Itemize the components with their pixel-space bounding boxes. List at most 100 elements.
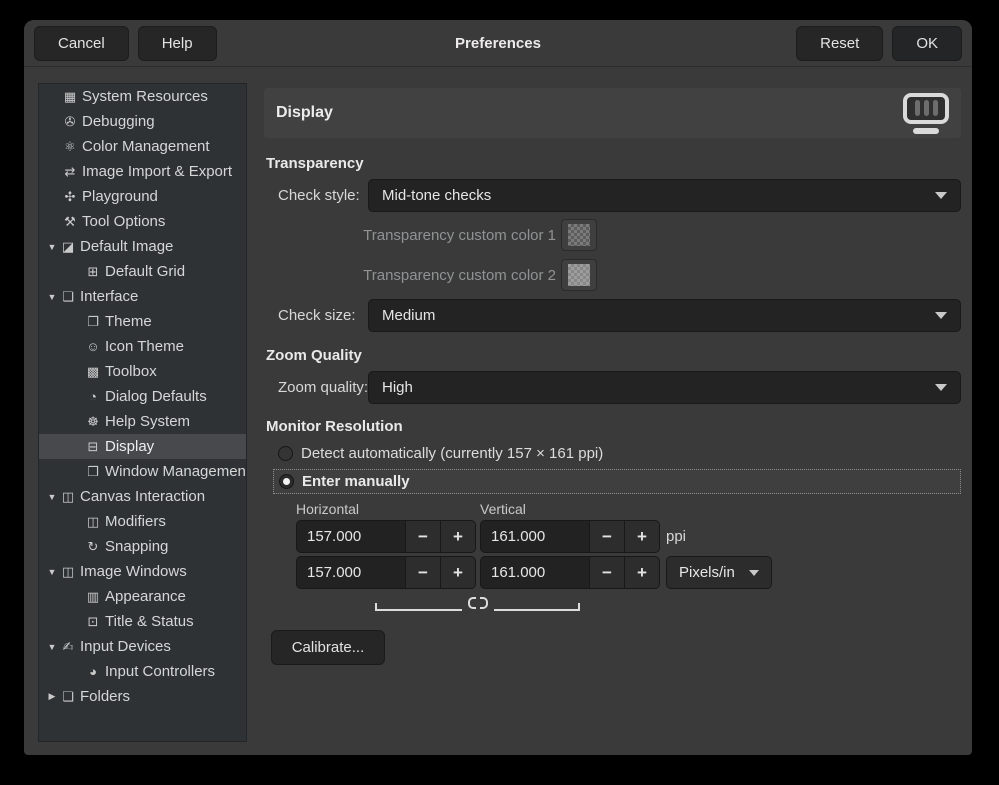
- sidebar-item-title-status[interactable]: ⊡Title & Status: [39, 609, 246, 634]
- horizontal-pixels-input[interactable]: 157.000: [296, 556, 406, 589]
- sidebar-item-label: Appearance: [105, 588, 186, 605]
- sidebar-item-image-import-export[interactable]: ⇄Image Import & Export: [39, 159, 246, 184]
- playground-icon: ✣: [61, 189, 79, 205]
- monitor-resolution-heading: Monitor Resolution: [266, 418, 403, 435]
- horizontal-pixels-decrement-button[interactable]: −: [406, 556, 441, 589]
- sidebar-item-image-windows[interactable]: ▼◫Image Windows: [39, 559, 246, 584]
- vertical-ppi-increment-button[interactable]: +: [625, 520, 660, 553]
- horizontal-ppi-increment-button[interactable]: +: [441, 520, 476, 553]
- transparency-heading: Transparency: [266, 155, 364, 172]
- check-style-value: Mid-tone checks: [382, 187, 491, 204]
- checkerboard-swatch-icon: [568, 224, 590, 246]
- horizontal-pixels-increment-button[interactable]: +: [441, 556, 476, 589]
- sidebar-item-canvas-interaction[interactable]: ▼◫Canvas Interaction: [39, 484, 246, 509]
- sidebar-item-label: Default Image: [80, 238, 173, 255]
- panel-header: Display: [264, 88, 961, 138]
- resolution-chain-toggle[interactable]: [375, 595, 580, 611]
- sidebar-item-label: Modifiers: [105, 513, 166, 530]
- sidebar-item-color-management[interactable]: ⚛Color Management: [39, 134, 246, 159]
- sidebar-item-playground[interactable]: ✣Playground: [39, 184, 246, 209]
- broken-chain-icon: [462, 595, 494, 611]
- check-size-dropdown[interactable]: Medium: [368, 299, 961, 332]
- sidebar-item-label: Image Import & Export: [82, 163, 232, 180]
- sidebar-item-display[interactable]: ⊟Display: [39, 434, 246, 459]
- sidebar-item-default-grid[interactable]: ⊞Default Grid: [39, 259, 246, 284]
- sidebar-item-modifiers[interactable]: ◫Modifiers: [39, 509, 246, 534]
- checkerboard-swatch-icon: [568, 264, 590, 286]
- sidebar-item-label: Image Windows: [80, 563, 187, 580]
- chevron-down-icon: [749, 570, 759, 576]
- canvas-interaction-icon: ◫: [59, 489, 77, 505]
- sidebar-item-snapping[interactable]: ↻Snapping: [39, 534, 246, 559]
- vertical-ppi-decrement-button[interactable]: −: [590, 520, 625, 553]
- custom-color-1-label: Transparency custom color 1: [344, 227, 556, 244]
- sidebar-item-toolbox[interactable]: ▩Toolbox: [39, 359, 246, 384]
- sidebar-item-debugging[interactable]: ✇Debugging: [39, 109, 246, 134]
- vertical-pixels-input[interactable]: 161.000: [480, 556, 590, 589]
- sidebar-item-help-system[interactable]: ☸Help System: [39, 409, 246, 434]
- sidebar-item-label: Color Management: [82, 138, 210, 155]
- color-management-icon: ⚛: [61, 139, 79, 155]
- system-resources-icon: ▦: [61, 89, 79, 105]
- zoom-quality-dropdown[interactable]: High: [368, 371, 961, 404]
- vertical-ppi-input[interactable]: 161.000: [480, 520, 590, 553]
- custom-color-2-swatch[interactable]: [561, 259, 597, 291]
- chevron-down-icon: [935, 384, 947, 391]
- zoom-quality-heading: Zoom Quality: [266, 347, 362, 364]
- cancel-button[interactable]: Cancel: [34, 26, 129, 61]
- radio-unselected-icon: [278, 446, 293, 461]
- sidebar-item-window-management[interactable]: ❒Window Management: [39, 459, 246, 484]
- sidebar-item-folders[interactable]: ▶❏Folders: [39, 684, 246, 709]
- chevron-down-icon: [935, 312, 947, 319]
- expander-open-icon[interactable]: ▼: [45, 642, 59, 652]
- custom-color-2-label: Transparency custom color 2: [344, 267, 556, 284]
- expander-open-icon[interactable]: ▼: [45, 492, 59, 502]
- expander-open-icon[interactable]: ▼: [45, 292, 59, 302]
- sidebar-item-label: Icon Theme: [105, 338, 184, 355]
- theme-icon: ❐: [84, 314, 102, 330]
- horizontal-ppi-decrement-button[interactable]: −: [406, 520, 441, 553]
- sidebar-item-appearance[interactable]: ▥Appearance: [39, 584, 246, 609]
- chain-line-right: [494, 603, 581, 611]
- reset-button[interactable]: Reset: [796, 26, 883, 61]
- sidebar-item-default-image[interactable]: ▼◪Default Image: [39, 234, 246, 259]
- sidebar-item-label: Debugging: [82, 113, 155, 130]
- sidebar-item-icon-theme[interactable]: ☺Icon Theme: [39, 334, 246, 359]
- vertical-label: Vertical: [480, 501, 526, 517]
- sidebar-item-theme[interactable]: ❐Theme: [39, 309, 246, 334]
- sidebar-item-input-devices[interactable]: ▼✍Input Devices: [39, 634, 246, 659]
- vertical-pixels-decrement-button[interactable]: −: [590, 556, 625, 589]
- ok-button[interactable]: OK: [892, 26, 962, 61]
- sidebar-item-label: Title & Status: [105, 613, 194, 630]
- titlebar: Cancel Help Preferences Reset OK: [24, 20, 972, 67]
- enter-manually-radio[interactable]: Enter manually: [273, 469, 961, 494]
- sidebar-item-label: Input Devices: [80, 638, 171, 655]
- horizontal-ppi-input[interactable]: 157.000: [296, 520, 406, 553]
- debugging-icon: ✇: [61, 114, 79, 130]
- expander-open-icon[interactable]: ▼: [45, 567, 59, 577]
- sidebar-item-input-controllers[interactable]: ◕Input Controllers: [39, 659, 246, 684]
- sidebar-item-label: Default Grid: [105, 263, 185, 280]
- sidebar-item-label: Interface: [80, 288, 138, 305]
- expander-open-icon[interactable]: ▼: [45, 242, 59, 252]
- input-controllers-icon: ◕: [84, 664, 102, 679]
- calibrate-button[interactable]: Calibrate...: [271, 630, 385, 665]
- preferences-category-tree: ▦System Resources✇Debugging⚛Color Manage…: [38, 83, 247, 742]
- detect-automatically-radio[interactable]: Detect automatically (currently 157 × 16…: [278, 442, 603, 465]
- help-button[interactable]: Help: [138, 26, 217, 61]
- vertical-pixels-increment-button[interactable]: +: [625, 556, 660, 589]
- sidebar-item-interface[interactable]: ▼❏Interface: [39, 284, 246, 309]
- check-style-dropdown[interactable]: Mid-tone checks: [368, 179, 961, 212]
- custom-color-1-swatch[interactable]: [561, 219, 597, 251]
- sidebar-item-dialog-defaults[interactable]: ◔Dialog Defaults: [39, 384, 246, 409]
- expander-closed-icon[interactable]: ▶: [45, 691, 59, 702]
- detect-automatically-label: Detect automatically (currently 157 × 16…: [301, 445, 603, 462]
- sidebar-item-system-resources[interactable]: ▦System Resources: [39, 84, 246, 109]
- tool-options-icon: ⚒: [61, 214, 79, 230]
- display-icon: ⊟: [84, 439, 102, 455]
- sidebar-item-label: Folders: [80, 688, 130, 705]
- sidebar-item-tool-options[interactable]: ⚒Tool Options: [39, 209, 246, 234]
- appearance-icon: ▥: [84, 589, 102, 605]
- resolution-unit-dropdown[interactable]: Pixels/in: [666, 556, 772, 589]
- sidebar-item-label: Input Controllers: [105, 663, 215, 680]
